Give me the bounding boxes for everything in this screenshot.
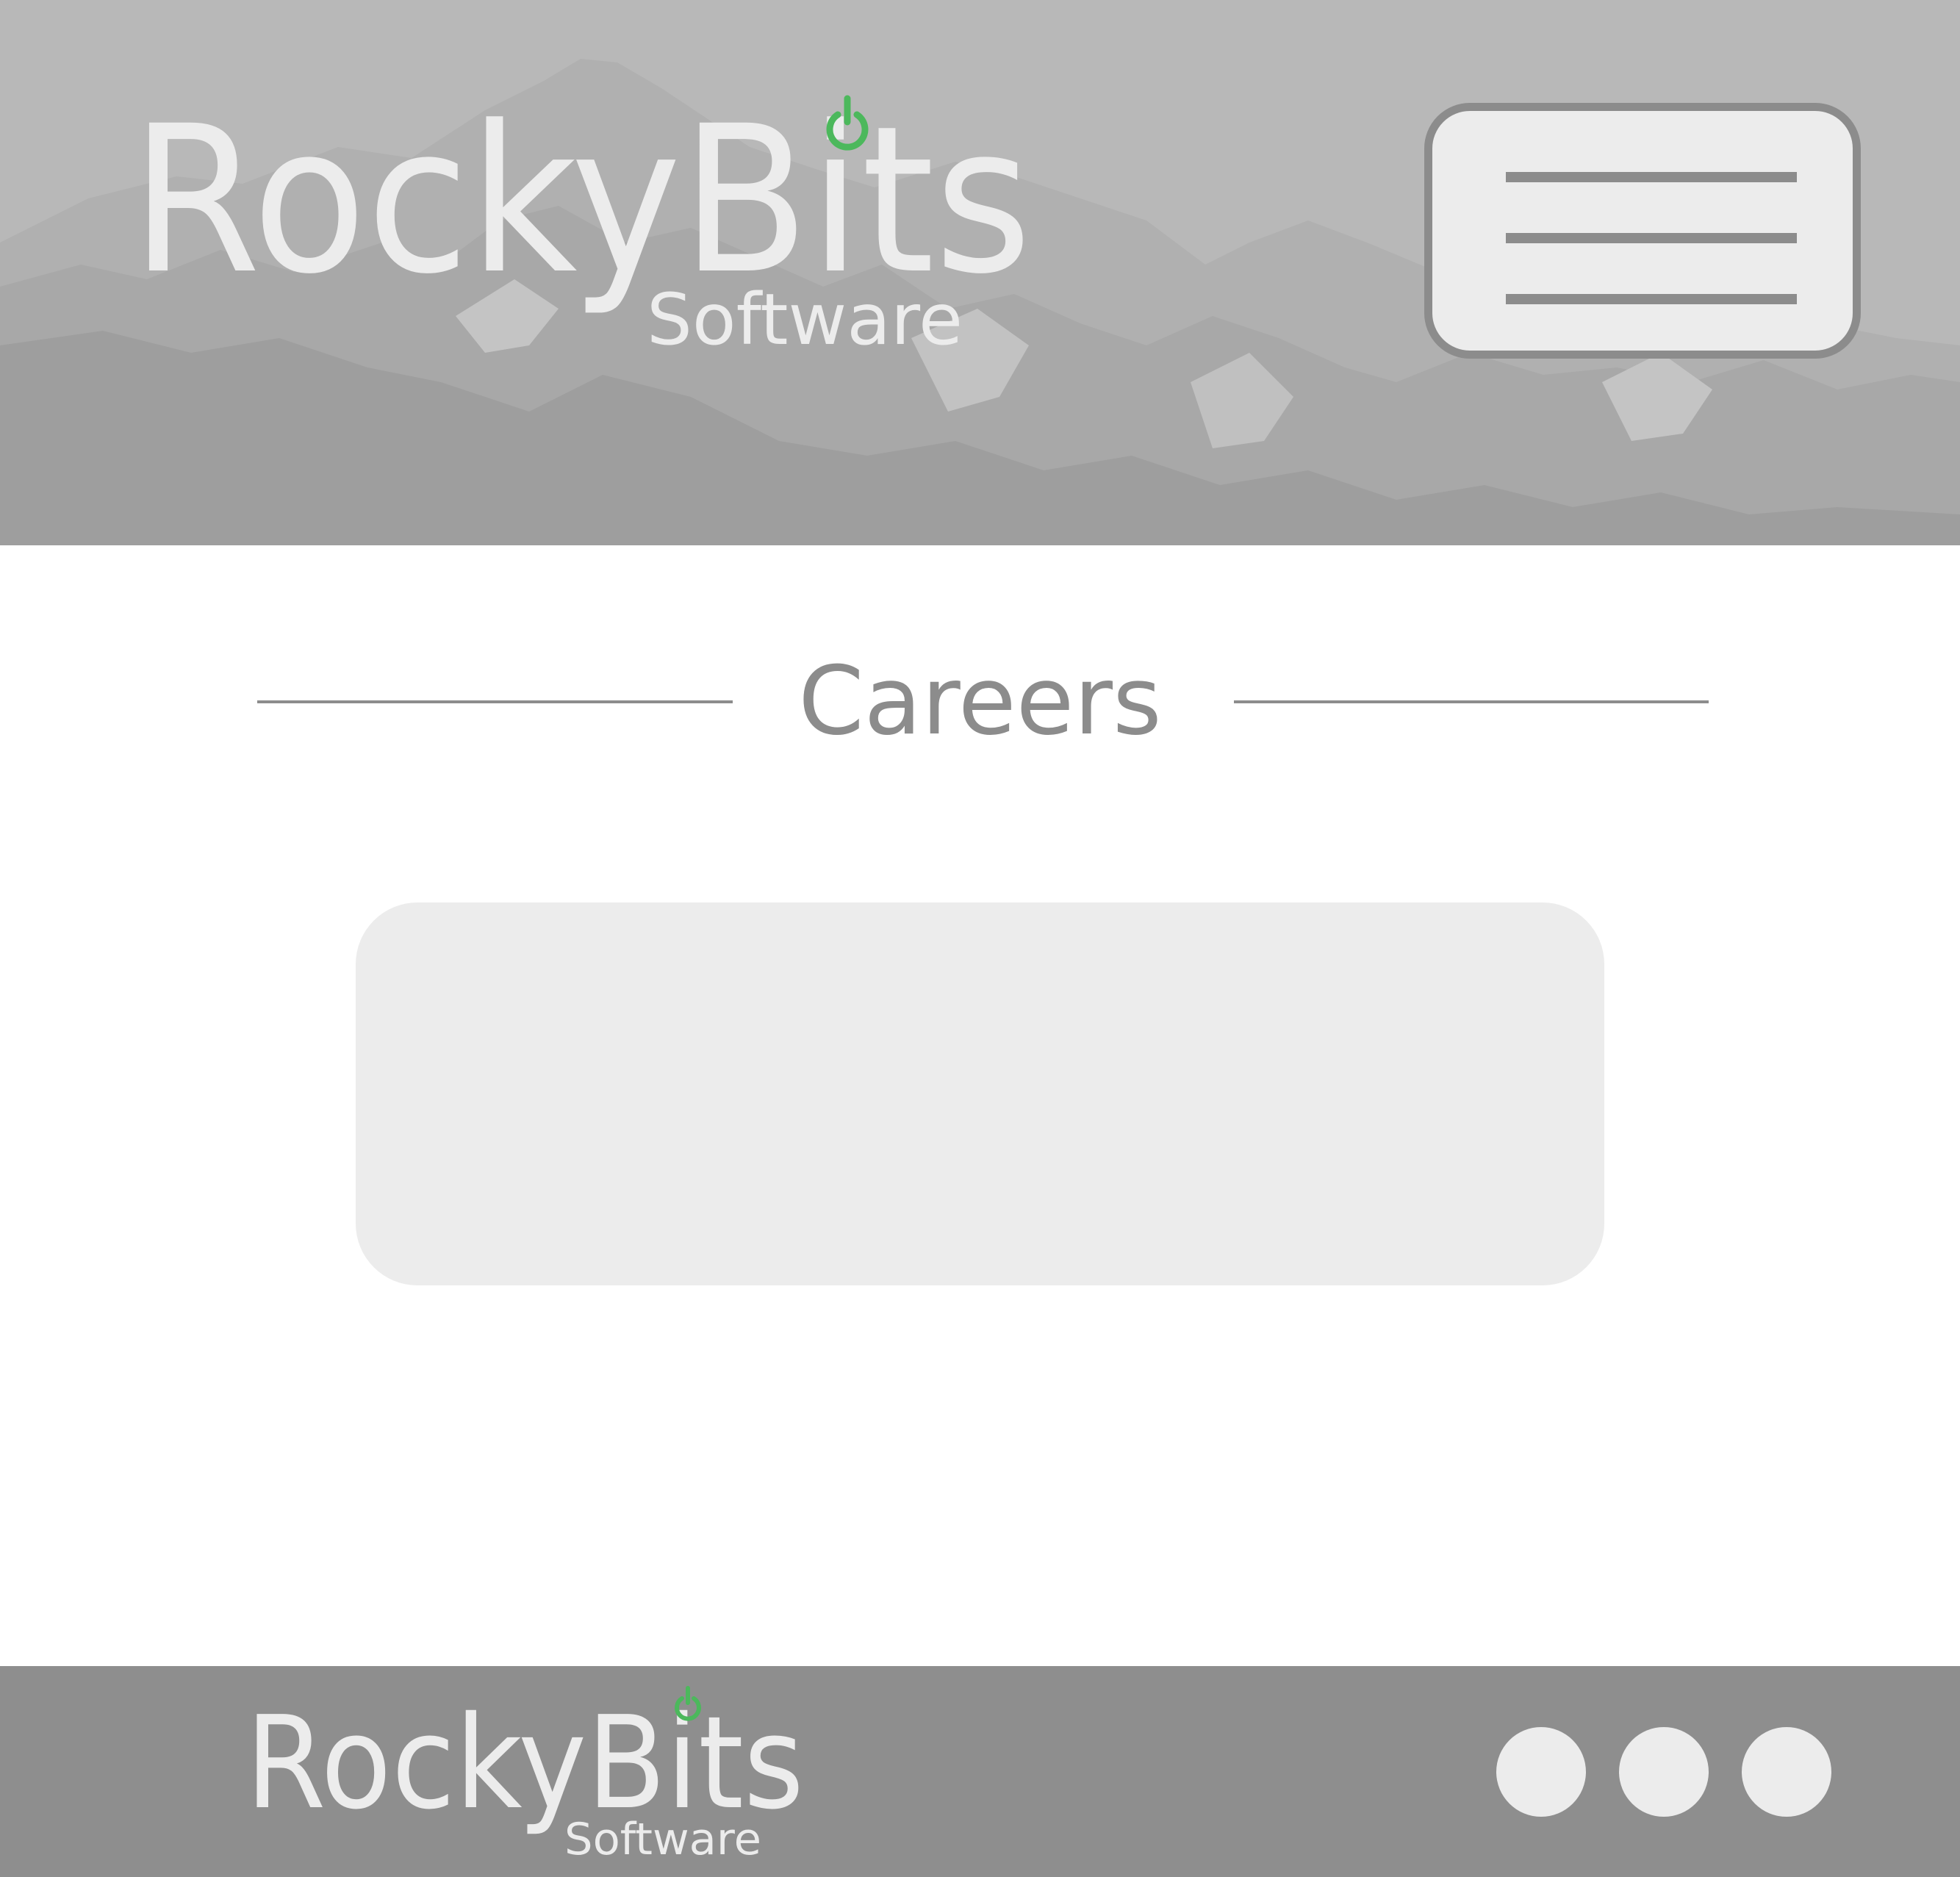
social-link-3-icon[interactable] [1742,1727,1831,1817]
logo-tagline: Software [647,279,963,361]
section-title-row: Careers [0,647,1960,757]
page-title: Careers [798,647,1162,756]
menu-line-top [1506,172,1797,182]
title-divider-right [1234,700,1709,703]
site-footer: RockyBits Software [0,1666,1960,1877]
social-link-1-icon[interactable] [1496,1727,1586,1817]
careers-content-card [356,902,1604,1285]
title-divider-left [257,700,733,703]
footer-logo-tagline: Software [564,1814,761,1865]
site-header: RockyBits Software [0,0,1960,545]
hamburger-menu-button[interactable] [1424,103,1861,359]
menu-line-middle [1506,233,1797,243]
social-link-2-icon[interactable] [1619,1727,1709,1817]
page: RockyBits Software Careers RockyBits Sof… [0,0,1960,1877]
menu-line-bottom [1506,294,1797,304]
